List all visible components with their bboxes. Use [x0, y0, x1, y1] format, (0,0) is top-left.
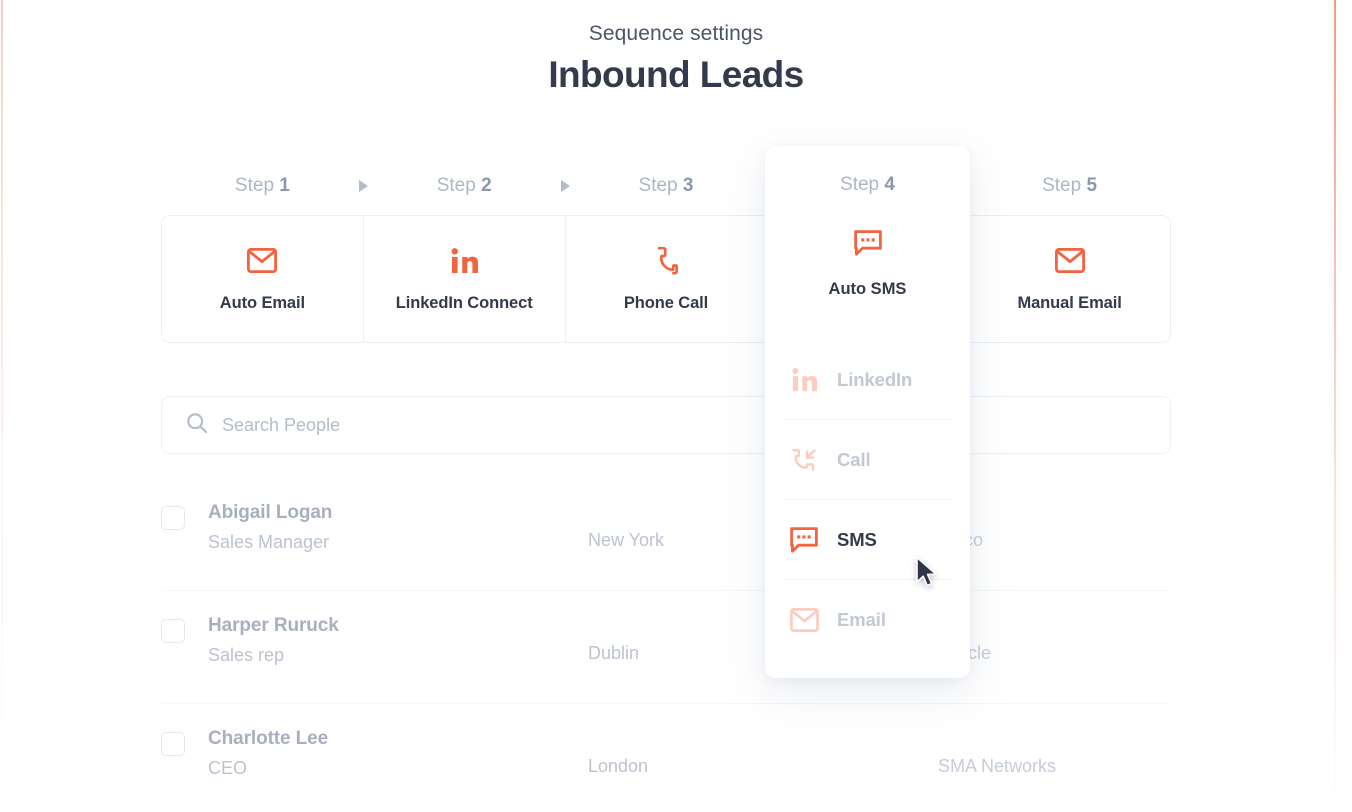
dropdown-item-email[interactable]: Email: [783, 580, 952, 660]
call-incoming-icon: [789, 446, 819, 474]
search-icon: [186, 412, 208, 439]
step-label-3: Step 3: [565, 175, 768, 197]
dropdown-current-card[interactable]: Auto SMS: [765, 201, 970, 327]
step-card-row: Auto Email LinkedIn Connect Phone Call M…: [161, 215, 1171, 343]
phone-icon: [653, 246, 679, 276]
right-edge-rail: [1334, 0, 1336, 812]
people-list: Abigail Logan Sales Manager New York Cis…: [161, 478, 1171, 812]
envelope-icon: [247, 246, 278, 276]
person-identity: Harper Ruruck Sales rep: [208, 615, 588, 666]
step-card-label-2: LinkedIn Connect: [395, 293, 533, 312]
row-checkbox[interactable]: [161, 732, 185, 756]
envelope-icon: [789, 606, 819, 634]
person-identity: Abigail Logan Sales Manager: [208, 502, 588, 553]
dropdown-step-number: 4: [884, 174, 895, 195]
dropdown-item-call[interactable]: Call: [783, 420, 952, 500]
person-company: Oracle: [938, 643, 1171, 664]
step-card-label-5: Manual Email: [1017, 293, 1122, 312]
table-row[interactable]: Abigail Logan Sales Manager New York Cis…: [161, 478, 1171, 591]
person-identity: Charlotte Lee CEO: [208, 728, 588, 779]
person-title: CEO: [208, 758, 248, 778]
dropdown-step-prefix: Step: [840, 174, 880, 195]
step-card-label-3: Phone Call: [623, 293, 709, 312]
dropdown-item-label-sms: SMS: [837, 528, 877, 550]
step-label-1: Step 1: [161, 175, 364, 197]
step-label-1-number: 1: [279, 175, 290, 196]
step-type-dropdown-panel: Step 4 Auto SMS LinkedIn Call SMS Email: [765, 146, 970, 678]
person-title: Sales rep: [208, 645, 285, 665]
step-card-manual-email[interactable]: Manual Email: [969, 216, 1170, 342]
table-row[interactable]: Charlotte Lee CEO London SMA Networks: [161, 704, 1171, 812]
dropdown-step-label: Step 4: [765, 146, 970, 196]
table-row[interactable]: Harper Ruruck Sales rep Dublin Oracle: [161, 591, 1171, 704]
step-label-5: Step 5: [968, 175, 1171, 197]
person-name: Charlotte Lee: [208, 728, 329, 749]
page-title: Inbound Leads: [548, 54, 804, 95]
step-label-2-prefix: Step: [436, 175, 476, 196]
sequence-steps: Step 1 Step 2 Step 3 Step 4 Step 5: [161, 165, 1171, 343]
person-name: Abigail Logan: [208, 502, 333, 523]
step-label-1-prefix: Step: [234, 175, 275, 196]
dropdown-item-label-linkedin: LinkedIn: [837, 368, 913, 390]
step-card-phone-call[interactable]: Phone Call: [565, 216, 768, 342]
dropdown-menu: LinkedIn Call SMS Email: [765, 340, 970, 660]
step-label-5-number: 5: [1086, 175, 1098, 196]
left-edge-rail: [1, 0, 3, 812]
search-people-bar[interactable]: Search People: [161, 396, 1171, 454]
person-company: SMA Networks: [938, 756, 1057, 776]
row-checkbox[interactable]: [161, 506, 185, 530]
page-header: Sequence settings Inbound Leads: [0, 22, 1352, 96]
envelope-icon: [1054, 246, 1085, 276]
sms-icon: [853, 229, 883, 262]
person-city: London: [588, 756, 649, 776]
dropdown-item-linkedin[interactable]: LinkedIn: [783, 340, 952, 420]
step-label-3-number: 3: [682, 175, 694, 196]
dropdown-item-label-email: Email: [837, 609, 886, 630]
step-card-auto-email[interactable]: Auto Email: [162, 216, 364, 342]
search-input[interactable]: Search People: [222, 415, 340, 436]
person-name: Harper Ruruck: [208, 615, 339, 636]
step-label-2: Step 2: [363, 175, 566, 197]
step-card-linkedin-connect[interactable]: LinkedIn Connect: [363, 216, 566, 342]
linkedin-icon: [789, 366, 819, 394]
linkedin-icon: [450, 246, 479, 276]
page-eyebrow: Sequence settings: [588, 22, 764, 45]
dropdown-item-sms[interactable]: SMS: [783, 500, 952, 580]
sms-icon: [789, 526, 819, 554]
step-label-5-prefix: Step: [1042, 175, 1082, 196]
person-company: Cisco: [938, 530, 1171, 551]
step-label-row: Step 1 Step 2 Step 3 Step 4 Step 5: [161, 165, 1171, 207]
dropdown-current-card-label: Auto SMS: [828, 280, 907, 298]
step-card-label-1: Auto Email: [219, 293, 305, 312]
row-checkbox[interactable]: [161, 619, 185, 643]
person-title: Sales Manager: [208, 532, 330, 552]
dropdown-item-label-call: Call: [837, 448, 871, 470]
step-label-3-prefix: Step: [638, 175, 678, 196]
step-label-2-number: 2: [481, 175, 492, 196]
